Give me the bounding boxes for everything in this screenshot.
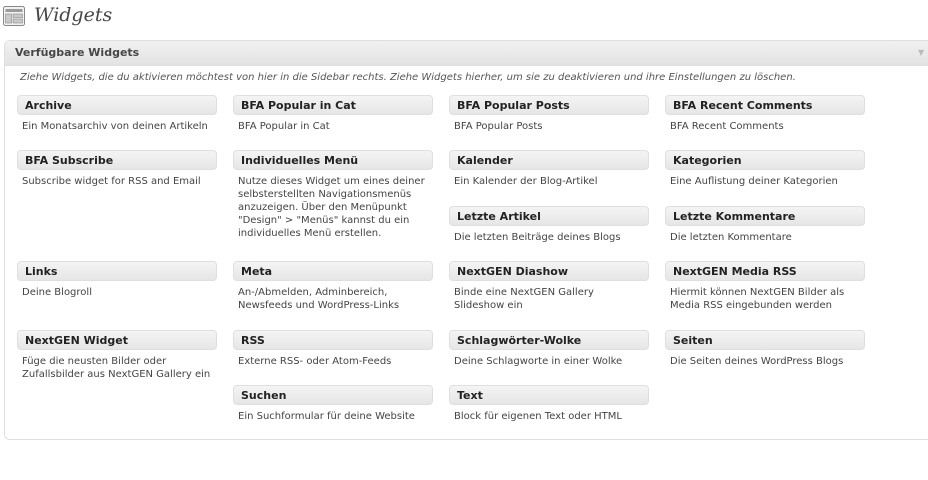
available-widgets-panel: Verfügbare Widgets ▼ Ziehe Widgets, die …: [4, 40, 928, 440]
widget-description: Ein Suchformular für deine Website: [238, 411, 415, 422]
widget-description: Eine Auflistung deiner Kategorien: [670, 176, 838, 187]
widget-title: NextGEN Media RSS: [673, 265, 797, 278]
widget-handle[interactable]: NextGEN Diashow: [449, 261, 649, 281]
widget-title: Kalender: [457, 154, 513, 167]
widget-handle[interactable]: NextGEN Media RSS: [665, 261, 865, 281]
widget-handle[interactable]: Schlagwörter-Wolke: [449, 330, 649, 350]
widget-handle[interactable]: Archive: [17, 95, 217, 115]
widget-item[interactable]: Kategorien Eine Auflistung deiner Kategor…: [665, 150, 865, 188]
page-title: Widgets: [34, 4, 113, 26]
widget-handle[interactable]: Individuelles Menü: [233, 150, 433, 170]
widget-item[interactable]: Kalender Ein Kalender der Blog-Artikel: [449, 150, 649, 188]
widget-description: Block für eigenen Text oder HTML: [454, 411, 622, 422]
widget-title: Schlagwörter-Wolke: [457, 334, 582, 347]
panel-description: Ziehe Widgets, die du aktivieren möchtes…: [20, 72, 796, 83]
widget-title: RSS: [241, 334, 265, 347]
widget-handle[interactable]: BFA Popular Posts: [449, 95, 649, 115]
widget-title: Archive: [25, 99, 72, 112]
widget-item[interactable]: Seiten Die Seiten deines WordPress Blogs: [665, 330, 865, 368]
widget-description: Subscribe widget for RSS and Email: [22, 176, 201, 187]
widget-description: Die Seiten deines WordPress Blogs: [670, 356, 844, 367]
widget-title: BFA Popular Posts: [457, 99, 570, 112]
widget-item[interactable]: Individuelles Menü Nutze dieses Widget um…: [233, 150, 433, 240]
widget-title: BFA Subscribe: [25, 154, 114, 167]
widget-handle[interactable]: Kategorien: [665, 150, 865, 170]
widget-item[interactable]: BFA Recent Comments BFA Recent Comments: [665, 95, 865, 133]
widget-title: Suchen: [241, 389, 287, 402]
widget-description: Deine Schlagworte in einer Wolke: [454, 356, 623, 367]
panel-header[interactable]: Verfügbare Widgets ▼: [5, 41, 928, 66]
widget-handle[interactable]: Text: [449, 385, 649, 405]
widget-title: Kategorien: [673, 154, 742, 167]
widget-item[interactable]: NextGEN Diashow Binde eine NextGEN Galler…: [449, 261, 649, 312]
widget-title: NextGEN Diashow: [457, 265, 569, 278]
panel-title: Verfügbare Widgets: [15, 46, 140, 59]
widget-item[interactable]: RSS Externe RSS- oder Atom-Feeds: [233, 330, 433, 368]
widget-handle[interactable]: Seiten: [665, 330, 865, 350]
widget-title: Letzte Artikel: [457, 210, 541, 223]
widget-description: Die letzten Kommentare: [670, 232, 792, 243]
widget-description: Füge die neusten Bilder oder Zufallsbild…: [22, 356, 211, 380]
widget-handle[interactable]: NextGEN Widget: [17, 330, 217, 350]
widget-item[interactable]: Meta An-/Abmelden, Adminbereich, Newsfeed…: [233, 261, 433, 312]
widget-item[interactable]: NextGEN Media RSS Hiermit können NextGEN …: [665, 261, 865, 312]
widget-description: BFA Recent Comments: [670, 121, 784, 132]
widget-description: Binde eine NextGEN Gallery Slideshow ein: [454, 287, 594, 311]
widget-description: BFA Popular in Cat: [238, 121, 330, 132]
widget-title: NextGEN Widget: [25, 334, 128, 347]
widget-item[interactable]: Suchen Ein Suchformular für deine Website: [233, 385, 433, 423]
widget-handle[interactable]: BFA Recent Comments: [665, 95, 865, 115]
widget-item[interactable]: Letzte Artikel Die letzten Beiträge deine…: [449, 206, 649, 244]
widget-description: Ein Kalender der Blog-Artikel: [454, 176, 598, 187]
widget-title: Seiten: [673, 334, 713, 347]
widget-description: Deine Blogroll: [22, 287, 92, 298]
widget-title: Individuelles Menü: [241, 154, 359, 167]
widget-item[interactable]: NextGEN Widget Füge die neusten Bilder od…: [17, 330, 217, 381]
widget-title: BFA Popular in Cat: [241, 99, 356, 112]
widget-description: Ein Monatsarchiv von deinen Artikeln: [22, 121, 208, 132]
widget-handle[interactable]: RSS: [233, 330, 433, 350]
widget-handle[interactable]: BFA Subscribe: [17, 150, 217, 170]
widget-title: Letzte Kommentare: [673, 210, 796, 223]
triangle-down-icon[interactable]: ▼: [918, 48, 924, 57]
widget-handle[interactable]: Letzte Artikel: [449, 206, 649, 226]
widget-item[interactable]: Text Block für eigenen Text oder HTML: [449, 385, 649, 423]
widget-item[interactable]: Archive Ein Monatsarchiv von deinen Artik…: [17, 95, 217, 133]
widget-description: Nutze dieses Widget um eines deiner selb…: [238, 176, 425, 239]
widget-description: Die letzten Beiträge deines Blogs: [454, 232, 621, 243]
widgets-icon: [3, 6, 25, 26]
widget-title: Text: [457, 389, 483, 402]
widget-item[interactable]: BFA Popular Posts BFA Popular Posts: [449, 95, 649, 133]
widget-handle[interactable]: Letzte Kommentare: [665, 206, 865, 226]
widget-handle[interactable]: Kalender: [449, 150, 649, 170]
widget-handle[interactable]: BFA Popular in Cat: [233, 95, 433, 115]
page-header: Widgets: [0, 0, 928, 36]
widget-description: Externe RSS- oder Atom-Feeds: [238, 356, 392, 367]
widget-item[interactable]: BFA Popular in Cat BFA Popular in Cat: [233, 95, 433, 133]
widget-item[interactable]: Links Deine Blogroll: [17, 261, 217, 299]
widget-description: BFA Popular Posts: [454, 121, 543, 132]
widget-title: BFA Recent Comments: [673, 99, 813, 112]
widget-handle[interactable]: Meta: [233, 261, 433, 281]
widget-title: Meta: [241, 265, 273, 278]
widget-description: Hiermit können NextGEN Bilder als Media …: [670, 287, 845, 311]
widget-description: An-/Abmelden, Adminbereich, Newsfeeds un…: [238, 287, 400, 311]
widget-handle[interactable]: Links: [17, 261, 217, 281]
widget-item[interactable]: Letzte Kommentare Die letzten Kommentare: [665, 206, 865, 244]
widget-item[interactable]: Schlagwörter-Wolke Deine Schlagworte in e…: [449, 330, 649, 368]
widget-title: Links: [25, 265, 58, 278]
widget-item[interactable]: BFA Subscribe Subscribe widget for RSS an…: [17, 150, 217, 188]
widget-handle[interactable]: Suchen: [233, 385, 433, 405]
